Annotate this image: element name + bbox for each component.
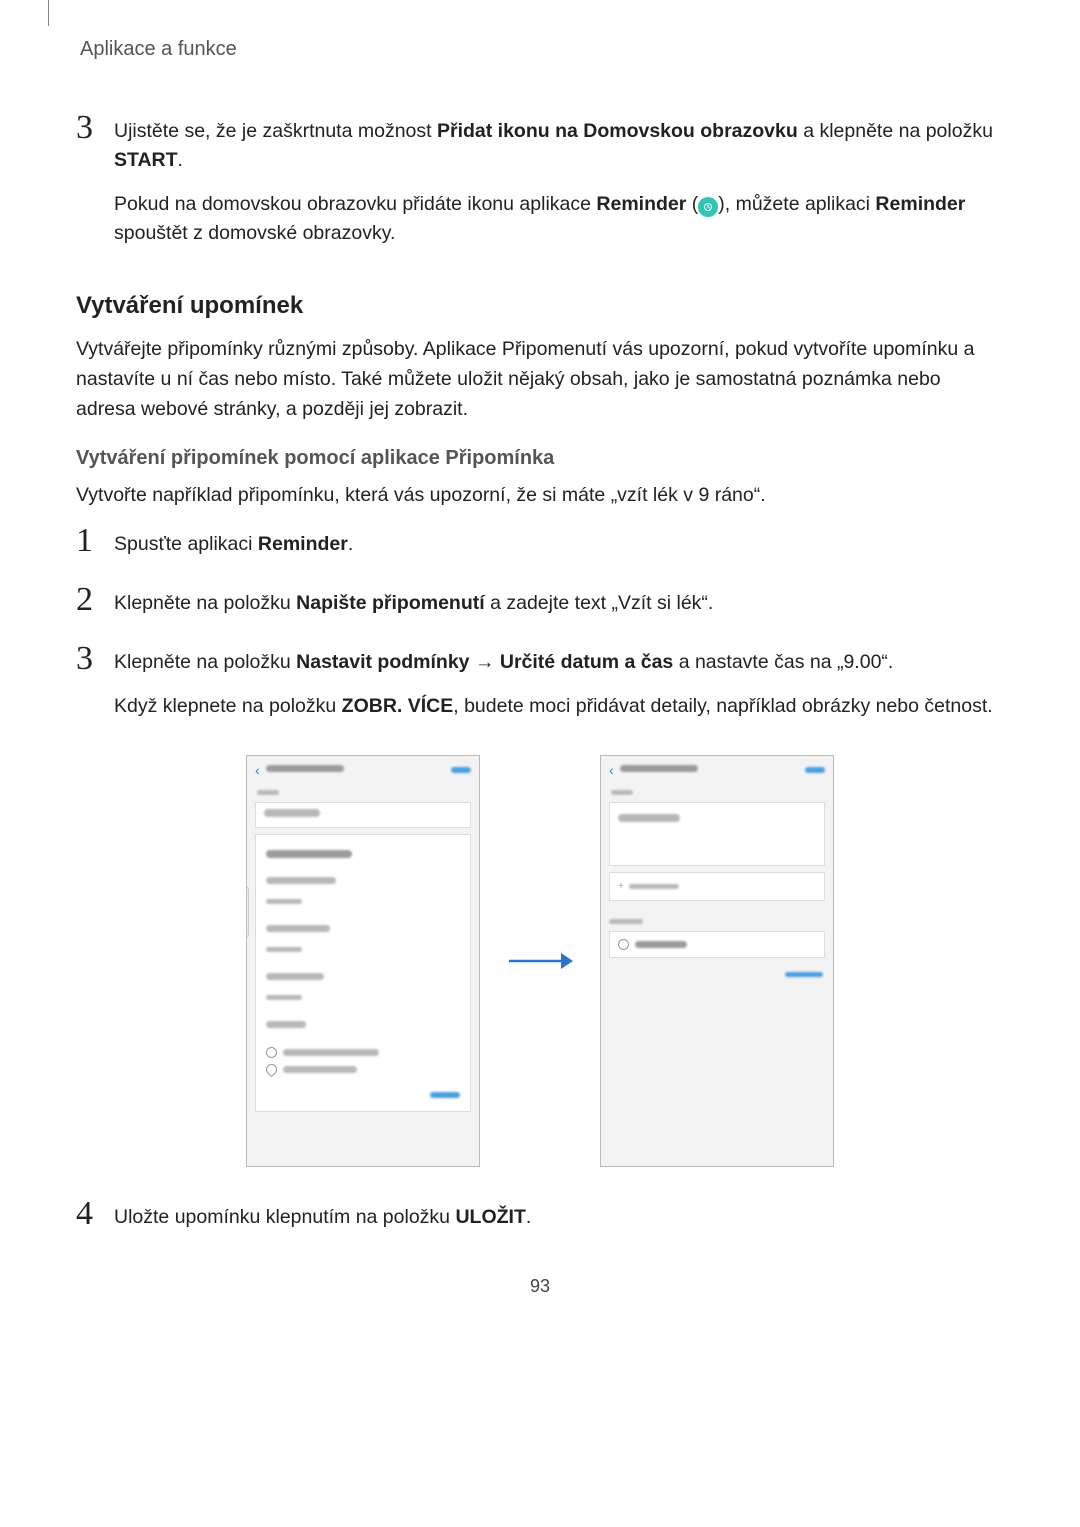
blurred-text	[264, 809, 320, 817]
phone-titlebar: ‹	[247, 756, 479, 782]
blurred-text	[618, 814, 680, 822]
blurred-text	[266, 877, 336, 884]
text-bold: Reminder	[596, 193, 686, 215]
blurred-label	[611, 790, 633, 795]
step-number: 3	[76, 111, 110, 145]
blurred-text	[283, 1049, 379, 1056]
text-bold: Určité datum a čas	[500, 651, 673, 673]
page-header: Aplikace a funkce	[80, 38, 1004, 61]
step-3-top: 3 Ujistěte se, že je zaškrtnuta možnost …	[76, 111, 1004, 262]
step-body: Uložte upomínku klepnutím na položku ULO…	[114, 1197, 531, 1246]
phone-input	[255, 802, 471, 828]
text-bold: ZOBR. VÍCE	[342, 695, 454, 717]
blurred-label	[257, 790, 279, 795]
side-handle	[246, 886, 249, 938]
text: Klepněte na položku	[114, 651, 296, 673]
text: Ujistěte se, že je zaškrtnuta možnost	[114, 120, 437, 142]
text-bold: Nastavit podmínky	[296, 651, 469, 673]
text: , budete moci přidávat detaily, napříkla…	[453, 695, 992, 717]
section-heading: Vytváření upomínek	[76, 292, 1004, 320]
blurred-title	[266, 765, 344, 772]
back-icon: ‹	[609, 762, 614, 778]
text: a nastavte čas na „9.00“.	[673, 651, 893, 673]
blurred-sub	[266, 899, 302, 904]
blurred-label	[609, 919, 643, 924]
step-number: 1	[76, 524, 110, 558]
step-number: 4	[76, 1197, 110, 1231]
subsection-heading: Vytváření připomínek pomocí aplikace Při…	[76, 447, 1004, 470]
blurred-cancel	[430, 1092, 460, 1098]
page-tick	[48, 0, 49, 26]
arrow-text: →	[470, 651, 500, 673]
blurred-text	[635, 941, 687, 948]
location-icon	[264, 1062, 280, 1078]
text: Když klepnete na položku	[114, 695, 342, 717]
page-number: 93	[76, 1276, 1004, 1297]
screenshots-row: ‹	[76, 755, 1004, 1167]
step-body: Klepněte na položku Nastavit podmínky → …	[114, 642, 993, 735]
text: Uložte upomínku klepnutím na položku	[114, 1206, 455, 1228]
step-number: 2	[76, 583, 110, 617]
clock-icon	[266, 1047, 277, 1058]
text: .	[526, 1206, 531, 1228]
clock-icon	[618, 939, 629, 950]
phone-mockup-right: ‹ +	[600, 755, 834, 1167]
reminder-app-icon	[698, 197, 718, 217]
step-body: Klepněte na položku Napište připomenutí …	[114, 583, 713, 632]
step-body: Ujistěte se, že je zaškrtnuta možnost Př…	[114, 111, 1004, 262]
step-4: 4 Uložte upomínku klepnutím na položku U…	[76, 1197, 1004, 1246]
text-bold: Přidat ikonu na Domovskou obrazovku	[437, 120, 798, 142]
text-bold: START	[114, 149, 178, 171]
phone-conditions-card	[255, 834, 471, 1112]
blurred-heading	[266, 850, 352, 858]
text-bold: Napište připomenutí	[296, 592, 485, 614]
blurred-save	[451, 767, 471, 773]
phone-textarea	[609, 802, 825, 866]
blurred-viewmore	[785, 972, 823, 977]
blurred-text	[283, 1066, 357, 1073]
section-paragraph: Vytvářejte připomínky různými způsoby. A…	[76, 334, 1004, 425]
text-bold: Reminder	[875, 193, 965, 215]
step-1: 1 Spusťte aplikaci Reminder.	[76, 524, 1004, 573]
text: spouštět z domovské obrazovky.	[114, 222, 395, 244]
blurred-text	[266, 1021, 306, 1028]
text-bold: Reminder	[258, 533, 348, 555]
text: Klepněte na položku	[114, 592, 296, 614]
blurred-title	[620, 765, 698, 772]
phone-mockup-left: ‹	[246, 755, 480, 1167]
text: (	[686, 193, 698, 215]
text: .	[178, 149, 183, 171]
text: a klepněte na položku	[798, 120, 993, 142]
blurred-text	[266, 925, 330, 932]
phone-titlebar: ‹	[601, 756, 833, 782]
step-3: 3 Klepněte na položku Nastavit podmínky …	[76, 642, 1004, 735]
step-2: 2 Klepněte na položku Napište připomenut…	[76, 583, 1004, 632]
blurred-save	[805, 767, 825, 773]
blurred-sub	[266, 995, 302, 1000]
text: ), můžete aplikaci	[718, 193, 875, 215]
step-body: Spusťte aplikaci Reminder.	[114, 524, 353, 573]
text: a zadejte text „Vzít si lék“.	[485, 592, 714, 614]
blurred-sub	[266, 947, 302, 952]
phone-condition-row	[609, 931, 825, 958]
text-bold: ULOŽIT	[455, 1206, 525, 1228]
text: .	[348, 533, 353, 555]
phone-checklist: +	[609, 872, 825, 901]
step-number: 3	[76, 642, 110, 676]
section-paragraph: Vytvořte například připomínku, která vás…	[76, 480, 1004, 510]
plus-icon: +	[618, 881, 624, 892]
blurred-text	[629, 884, 679, 889]
blurred-text	[266, 973, 324, 980]
arrow-icon	[500, 949, 580, 973]
back-icon: ‹	[255, 762, 260, 778]
text: Spusťte aplikaci	[114, 533, 258, 555]
text: Pokud na domovskou obrazovku přidáte iko…	[114, 193, 596, 215]
